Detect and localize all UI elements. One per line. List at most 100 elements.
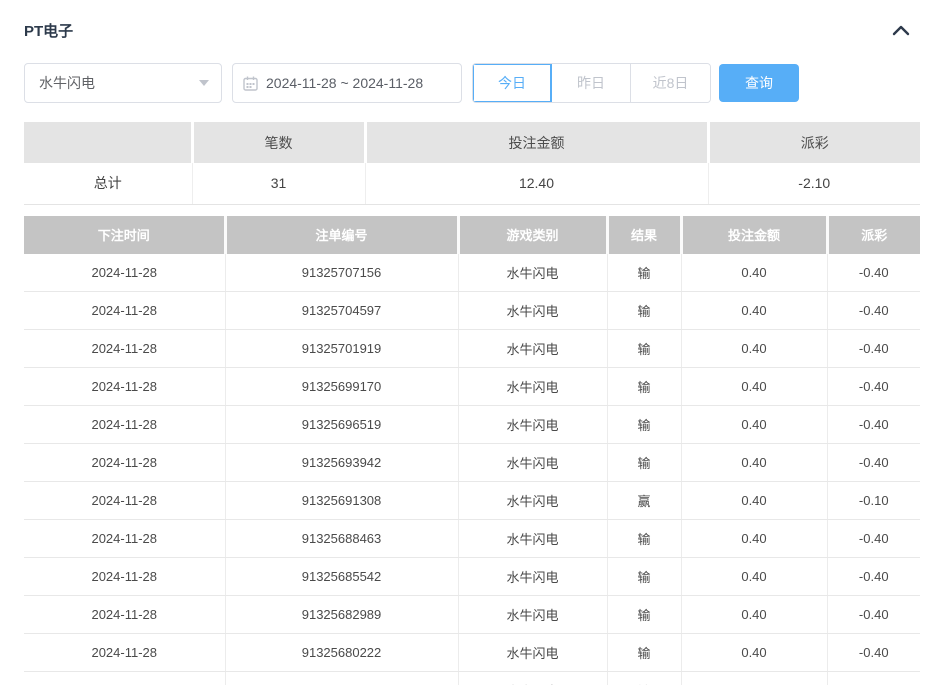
filter-bar: 水牛闪电 2024-11-28 ~ 2024-11-28 今日 昨 [24,63,920,103]
collapse-panel-button[interactable] [890,20,912,40]
summary-total-payout: -2.10 [708,163,920,204]
cell-bet-time: 2024-11-28 [24,368,225,406]
cell-bet-id: 91325688463 [225,520,458,558]
cell-result: 输 [607,444,681,482]
cell-result: 输 [607,330,681,368]
table-row: 2024-11-28 91325685542 水牛闪电 输 0.40 -0.40 [24,558,920,596]
cell-bet-time [24,672,225,685]
table-row: 2024-11-28 91325693942 水牛闪电 输 0.40 -0.40 [24,444,920,482]
cell-bet-time: 2024-11-28 [24,444,225,482]
cell-bet-time: 2024-11-28 [24,558,225,596]
table-row: 2024-11-28 91325707156 水牛闪电 输 0.40 -0.40 [24,254,920,292]
today-button[interactable]: 今日 [473,64,552,102]
cell-result: 输 [607,368,681,406]
cell-bet-amount: 0.40 [681,406,827,444]
yesterday-button[interactable]: 昨日 [552,64,631,102]
summary-table: 笔数 投注金额 派彩 总计 31 12.40 -2.10 [24,122,920,205]
cell-bet-amount: 0.40 [681,330,827,368]
cell-payout [827,672,920,685]
cell-bet-id: 91325682989 [225,596,458,634]
cell-result: 输 [607,520,681,558]
table-row: 2024-11-28 91325688463 水牛闪电 输 0.40 -0.40 [24,520,920,558]
date-range-input[interactable]: 2024-11-28 ~ 2024-11-28 [232,63,462,103]
cell-game-type: 水牛闪电 [458,444,607,482]
cell-game-type: 水牛闪电 [458,368,607,406]
table-row: 2024-11-28 91325701919 水牛闪电 输 0.40 -0.40 [24,330,920,368]
records-header-bet-amount: 投注金额 [681,216,827,254]
cell-bet-time: 2024-11-28 [24,330,225,368]
cell-bet-amount [681,672,827,685]
cell-result: 输 [607,596,681,634]
cell-game-type: 水牛闪电 [458,330,607,368]
summary-total-bet-amount: 12.40 [365,163,708,204]
cell-bet-time: 2024-11-28 [24,254,225,292]
cell-game-type: 水牛闪电 [458,406,607,444]
summary-total-count: 31 [192,163,365,204]
cell-game-type: 水牛闪电 [458,634,607,672]
cell-result: 输 [607,254,681,292]
cell-payout: -0.10 [827,482,920,520]
summary-total-label: 总计 [24,163,192,204]
cell-game-type: 水牛闪电 [458,558,607,596]
records-body: 2024-11-28 91325707156 水牛闪电 输 0.40 -0.40… [24,254,920,685]
cell-payout: -0.40 [827,292,920,330]
table-row: 水牛闪电 输 [24,672,920,685]
cell-bet-id [225,672,458,685]
cell-bet-time: 2024-11-28 [24,406,225,444]
table-row: 2024-11-28 91325682989 水牛闪电 输 0.40 -0.40 [24,596,920,634]
table-row: 2024-11-28 91325691308 水牛闪电 赢 0.40 -0.10 [24,482,920,520]
chevron-down-icon [199,80,209,86]
game-select[interactable]: 水牛闪电 [24,63,222,103]
cell-payout: -0.40 [827,596,920,634]
cell-payout: -0.40 [827,368,920,406]
cell-result: 赢 [607,482,681,520]
last-8-days-button[interactable]: 近8日 [631,64,710,102]
quick-date-button-group: 今日 昨日 近8日 [472,63,711,103]
cell-game-type: 水牛闪电 [458,292,607,330]
cell-bet-amount: 0.40 [681,558,827,596]
cell-result: 输 [607,292,681,330]
cell-bet-id: 91325701919 [225,330,458,368]
cell-game-type: 水牛闪电 [458,520,607,558]
game-select-value: 水牛闪电 [39,73,95,93]
table-row: 2024-11-28 91325680222 水牛闪电 输 0.40 -0.40 [24,634,920,672]
records-header-row: 下注时间 注单编号 游戏类别 结果 投注金额 派彩 [24,216,920,254]
table-row: 2024-11-28 91325699170 水牛闪电 输 0.40 -0.40 [24,368,920,406]
pt-electronic-panel: PT电子 水牛闪电 [0,0,937,685]
table-row: 2024-11-28 91325696519 水牛闪电 输 0.40 -0.40 [24,406,920,444]
cell-bet-id: 91325699170 [225,368,458,406]
cell-bet-id: 91325693942 [225,444,458,482]
query-button[interactable]: 查询 [719,64,799,102]
cell-bet-amount: 0.40 [681,368,827,406]
cell-bet-time: 2024-11-28 [24,520,225,558]
page-title: PT电子 [24,20,73,41]
cell-payout: -0.40 [827,254,920,292]
cell-bet-amount: 0.40 [681,254,827,292]
cell-bet-time: 2024-11-28 [24,596,225,634]
summary-header-bet-amount: 投注金额 [365,122,708,163]
summary-header-payout: 派彩 [708,122,920,163]
cell-result: 输 [607,672,681,685]
cell-payout: -0.40 [827,444,920,482]
cell-payout: -0.40 [827,634,920,672]
cell-bet-amount: 0.40 [681,634,827,672]
cell-bet-amount: 0.40 [681,482,827,520]
cell-bet-id: 91325696519 [225,406,458,444]
cell-game-type: 水牛闪电 [458,596,607,634]
cell-bet-amount: 0.40 [681,292,827,330]
cell-game-type: 水牛闪电 [458,482,607,520]
cell-game-type: 水牛闪电 [458,672,607,685]
cell-bet-id: 91325691308 [225,482,458,520]
records-header-result: 结果 [607,216,681,254]
records-header-bet-id: 注单编号 [225,216,458,254]
chevron-up-icon [892,24,910,36]
records-header-game-type: 游戏类别 [458,216,607,254]
cell-bet-time: 2024-11-28 [24,292,225,330]
cell-bet-amount: 0.40 [681,520,827,558]
panel-header: PT电子 [24,20,920,40]
records-header-bet-time: 下注时间 [24,216,225,254]
cell-bet-id: 91325704597 [225,292,458,330]
summary-header-row: 笔数 投注金额 派彩 [24,122,920,163]
cell-bet-time: 2024-11-28 [24,634,225,672]
cell-payout: -0.40 [827,406,920,444]
